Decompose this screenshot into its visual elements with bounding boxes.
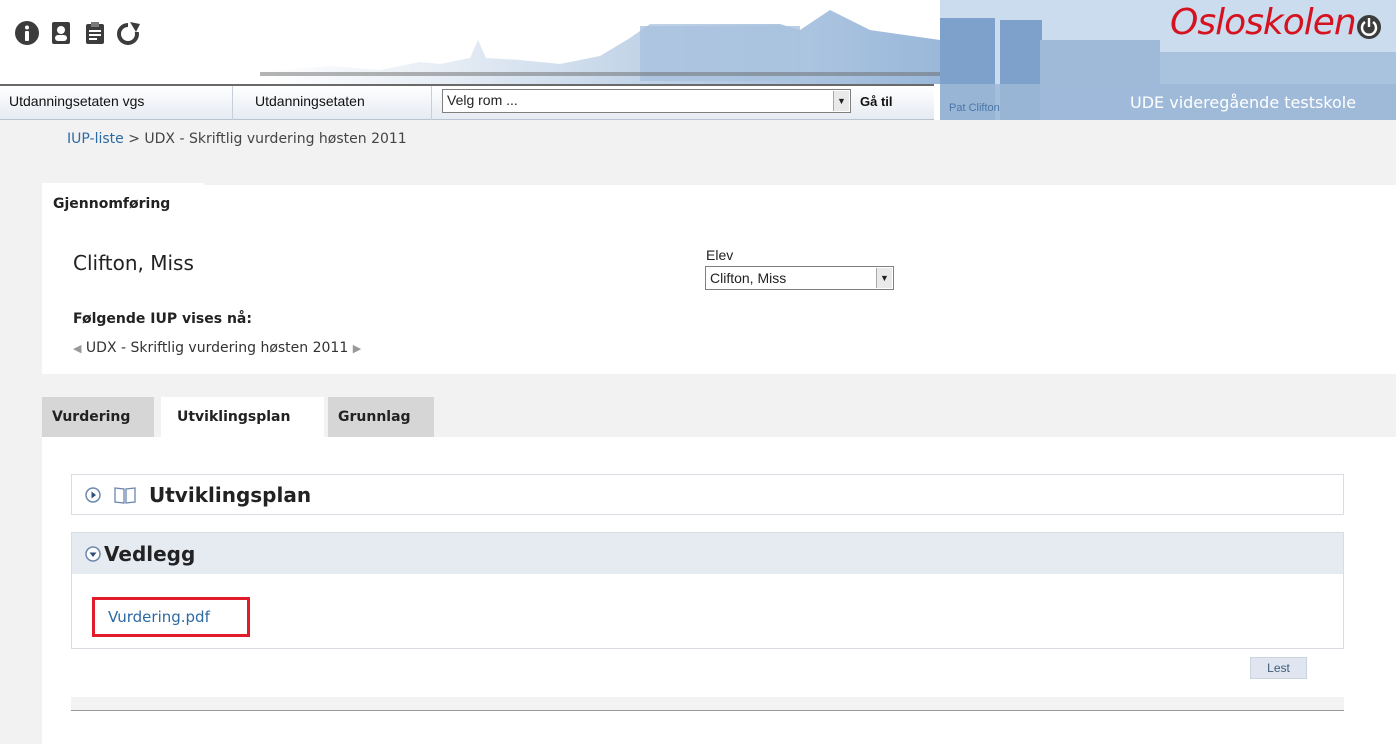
book-icon (114, 487, 136, 504)
tab-vurdering[interactable]: Vurdering (42, 397, 154, 437)
iup-navigator: ◀ UDX - Skriftlig vurdering høsten 2011 … (73, 340, 361, 356)
elev-select[interactable]: Clifton, Miss ▼ (705, 266, 894, 290)
breadcrumb-current: UDX - Skriftlig vurdering høsten 2011 (144, 131, 407, 147)
power-icon[interactable] (1356, 14, 1382, 40)
room-select[interactable]: Velg rom ... ▼ (442, 89, 851, 113)
nav-link-utdanningsetaten-vgs[interactable]: Utdanningsetaten vgs (9, 93, 144, 109)
tab-gjennomforing[interactable]: Gjennomføring (42, 183, 204, 226)
lest-button[interactable]: Lest (1250, 657, 1307, 679)
divider (71, 697, 1344, 711)
chevron-down-icon[interactable]: ▼ (876, 268, 892, 288)
student-name: Clifton, Miss (73, 251, 194, 275)
section-title-vedlegg: Vedlegg (104, 542, 196, 566)
nav-divider (232, 86, 233, 120)
clipboard-icon[interactable] (82, 20, 108, 46)
goto-button[interactable]: Gå til (860, 94, 893, 109)
breadcrumb-separator: > (128, 131, 140, 147)
section-utviklingsplan[interactable]: Utviklingsplan (71, 474, 1344, 515)
contacts-icon[interactable] (48, 20, 74, 46)
nav-link-utdanningsetaten[interactable]: Utdanningsetaten (255, 93, 365, 109)
navbar: Utdanningsetaten vgs Utdanningsetaten Ve… (0, 84, 934, 120)
refresh-icon[interactable] (116, 20, 142, 46)
section-vedlegg-body: Vurdering.pdf (71, 574, 1344, 649)
tab-grunnlag[interactable]: Grunnlag (328, 397, 434, 437)
attachment-highlight-box: Vurdering.pdf (92, 597, 250, 637)
nav-divider (431, 86, 432, 120)
collapse-icon[interactable] (85, 546, 101, 562)
breadcrumb-link-iup-liste[interactable]: IUP-liste (67, 131, 124, 147)
user-name: Pat Clifton (949, 102, 1000, 114)
elev-select-value: Clifton, Miss (710, 270, 787, 286)
expand-icon[interactable] (85, 487, 101, 503)
info-icon[interactable] (14, 20, 40, 46)
chevron-down-icon[interactable]: ▼ (833, 91, 849, 111)
section-title-utviklingsplan: Utviklingsplan (149, 483, 312, 507)
tab-utviklingsplan[interactable]: Utviklingsplan (161, 397, 324, 439)
section-vedlegg-header[interactable]: Vedlegg (71, 532, 1344, 575)
room-select-value: Velg rom ... (447, 92, 518, 108)
brand-logo: Osloskolen (1170, 2, 1357, 43)
attachment-link-vurdering-pdf[interactable]: Vurdering.pdf (108, 608, 210, 626)
next-arrow-icon[interactable]: ▶ (353, 342, 361, 355)
previous-arrow-icon[interactable]: ◀ (73, 342, 81, 355)
iup-current: UDX - Skriftlig vurdering høsten 2011 (85, 340, 349, 356)
breadcrumb: IUP-liste > UDX - Skriftlig vurdering hø… (67, 131, 407, 147)
elev-label: Elev (706, 247, 734, 263)
school-name: UDE videregående testskole (1130, 93, 1357, 112)
iup-heading: Følgende IUP vises nå: (73, 311, 252, 327)
header: Osloskolen UDE videregående testskole Pa… (0, 0, 1396, 120)
page-body: IUP-liste > UDX - Skriftlig vurdering hø… (0, 120, 1396, 744)
